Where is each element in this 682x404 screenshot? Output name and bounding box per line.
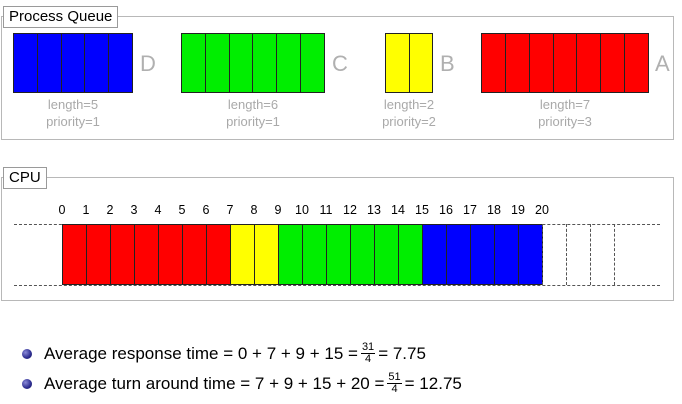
bullet-icon [22,348,32,359]
process-d-priority: priority=1 [46,114,100,129]
turnaround-fraction: 51 4 [387,372,402,395]
tick-label: 7 [226,203,234,217]
process-queue-title: Process Queue [3,6,119,28]
process-d-block [13,33,133,93]
process-b-unit [410,34,433,92]
average-response-time: Average response time = 0 + 7 + 9 + 15 =… [22,342,426,365]
cpu-title: CPU [3,167,47,189]
process-a-unit [482,34,506,92]
tick-label: 9 [274,203,282,217]
process-a-unit [577,34,602,92]
cpu-slot-a [134,224,159,285]
cpu-slot-c [374,224,399,285]
tick-label: 19 [511,203,525,217]
process-a-unit [530,34,554,92]
process-c-info: length=6 priority=1 [193,96,313,130]
process-c-unit [182,34,206,92]
cpu-slot-a [158,224,183,285]
cpu-slot-c [302,224,327,285]
process-a-info: length=7 priority=3 [505,96,625,130]
tick-label: 10 [295,203,309,217]
process-c-unit [277,34,302,92]
process-c-priority: priority=1 [226,114,280,129]
bullet-icon [22,378,32,389]
process-b-info: length=2 priority=2 [349,96,469,130]
cpu-empty-slot [566,224,591,285]
tick-label: 4 [154,203,162,217]
process-d-unit [14,34,38,92]
process-a-label: A [655,51,670,76]
tick-label: 5 [178,203,186,217]
turnaround-result: = 12.75 [404,373,462,393]
process-c-unit [230,34,254,92]
process-b-length: length=2 [383,97,435,112]
process-b-priority: priority=2 [382,114,436,129]
process-d-unit [85,34,110,92]
process-a-unit [554,34,578,92]
tick-label: 3 [130,203,138,217]
process-b-label: B [440,51,455,76]
cpu-slot-c [398,224,423,285]
tick-label: 11 [319,203,333,217]
cpu-slot-a [62,224,87,285]
cpu-slot-a [206,224,231,285]
cpu-slot-d [446,224,471,285]
tick-label: 1 [82,203,90,217]
tick-label: 15 [415,203,429,217]
tick-label: 14 [391,203,405,217]
process-d-info: length=5 priority=1 [13,96,133,130]
process-a-unit [625,34,648,92]
turnaround-text: Average turn around time = 7 + 9 + 15 + … [44,373,385,393]
tick-label: 0 [58,203,66,217]
tick-label: 20 [535,203,549,217]
process-c-label: C [332,51,348,76]
cpu-bottom-dashed-line [14,285,660,286]
cpu-slot-a [110,224,135,285]
process-a-block [481,33,649,93]
process-d-length: length=5 [47,97,99,112]
process-a-length: length=7 [539,97,591,112]
turnaround-denominator: 4 [391,383,398,395]
cpu-slot-d [470,224,495,285]
cpu-slot-c [278,224,303,285]
process-a-unit [601,34,626,92]
tick-label: 12 [343,203,357,217]
tick-label: 16 [439,203,453,217]
cpu-slot-a [182,224,207,285]
cpu-slot-b [254,224,279,285]
cpu-slot-c [326,224,351,285]
cpu-slot-c [350,224,375,285]
tick-label: 2 [106,203,114,217]
process-c-unit [301,34,324,92]
cpu-slot-b [230,224,255,285]
tick-label: 8 [250,203,258,217]
process-a-unit [506,34,530,92]
tick-label: 17 [463,203,477,217]
process-d-unit [62,34,86,92]
process-c-unit [253,34,278,92]
cpu-empty-slot [542,224,567,285]
process-a-priority: priority=3 [538,114,592,129]
cpu-slot-d [494,224,519,285]
tick-label: 18 [487,203,501,217]
tick-label: 13 [367,203,381,217]
tick-label: 6 [202,203,210,217]
process-c-block [181,33,325,93]
process-d-unit [109,34,132,92]
response-fraction: 31 4 [360,342,376,365]
response-denominator: 4 [365,353,372,365]
process-c-length: length=6 [227,97,279,112]
process-d-unit [38,34,62,92]
response-result: = 7.75 [378,343,426,363]
process-d-label: D [140,51,156,76]
process-c-unit [206,34,230,92]
process-b-unit [386,34,410,92]
cpu-slot-d [422,224,447,285]
cpu-empty-slot [590,224,615,285]
cpu-slot-a [86,224,111,285]
average-turnaround-time: Average turn around time = 7 + 9 + 15 + … [22,372,462,395]
process-b-block [385,33,433,93]
response-text: Average response time = 0 + 7 + 9 + 15 = [44,343,358,363]
cpu-slot-d [518,224,543,285]
